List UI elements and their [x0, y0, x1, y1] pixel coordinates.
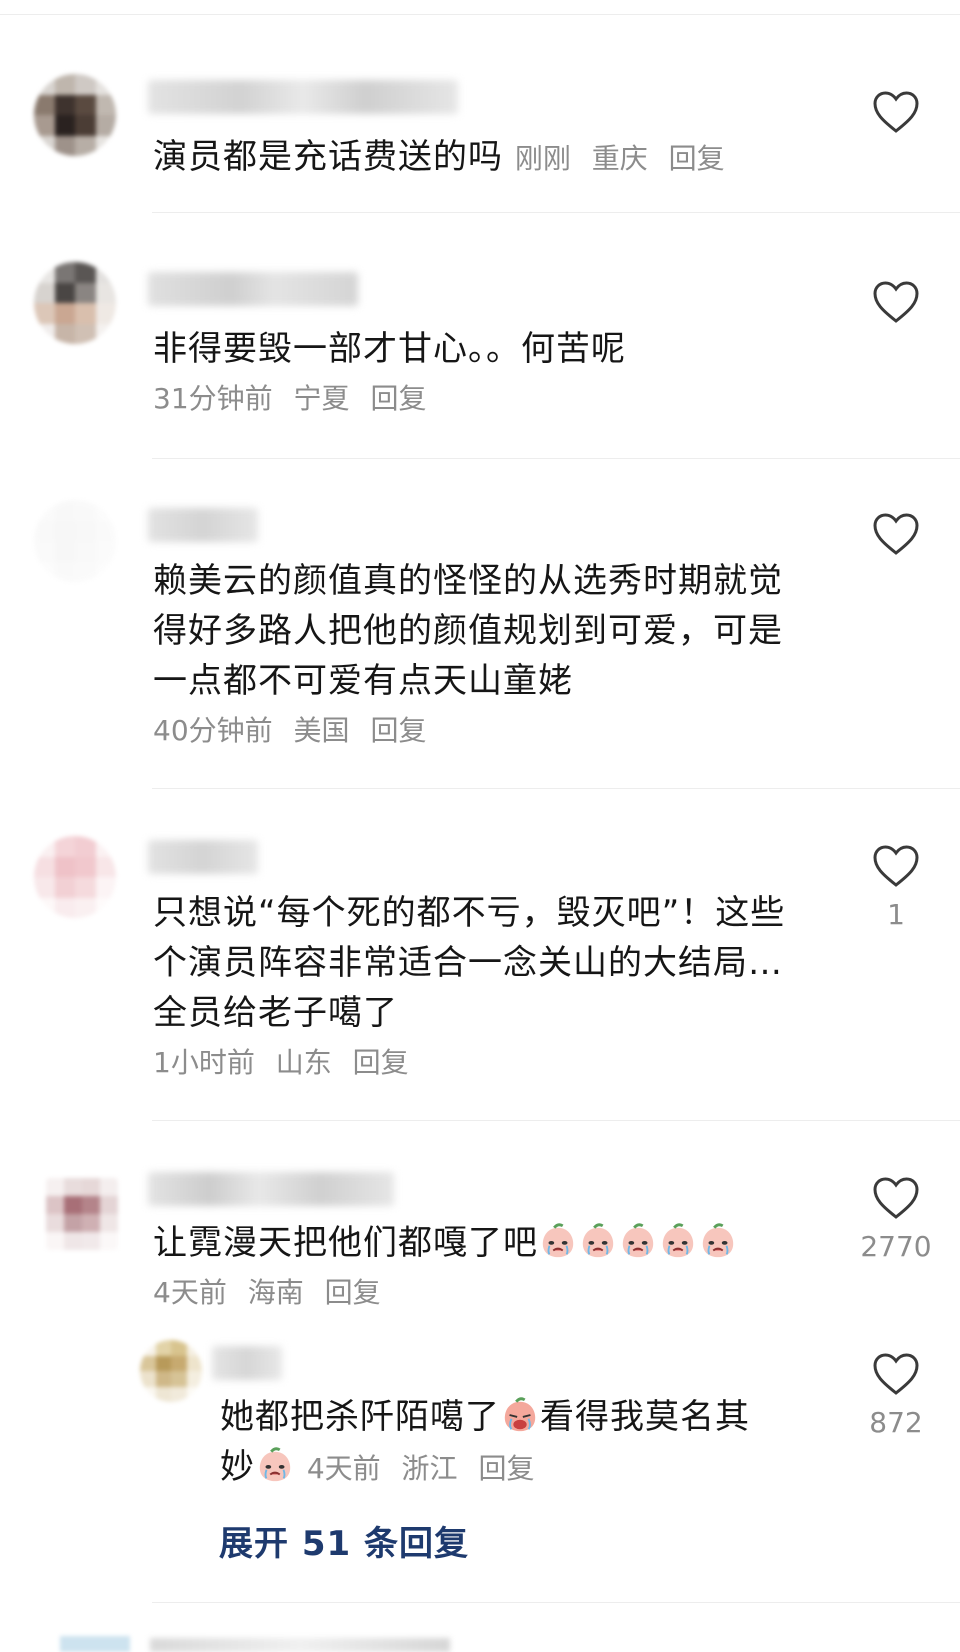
heart-outline-icon: [873, 281, 919, 323]
avatar[interactable]: [46, 1178, 118, 1250]
heart-outline-icon: [873, 91, 919, 133]
comment-divider: [152, 1602, 960, 1603]
username-blurred[interactable]: [148, 508, 258, 542]
heart-outline-icon: [873, 513, 919, 555]
reply-link[interactable]: 回复: [478, 1452, 534, 1485]
avatar[interactable]: [34, 500, 116, 582]
comment-meta: 40分钟前 美国 回复: [153, 706, 803, 756]
reply-link[interactable]: 回复: [325, 1276, 381, 1309]
comment-time: 4天前: [153, 1276, 227, 1309]
username-blurred[interactable]: [148, 840, 258, 874]
crying-peach-emoji: [662, 1223, 694, 1258]
reply-text-part: 看得我莫名其: [540, 1397, 750, 1437]
like-count: 1: [887, 898, 905, 931]
comment-time: 1小时前: [153, 1046, 255, 1079]
comment-meta: 4天前 海南 回复: [153, 1268, 793, 1318]
crying-peach-emoji: [504, 1397, 536, 1432]
comment-text: 非得要毁一部才甘心。。何苦呢: [153, 329, 626, 369]
like-button[interactable]: 872: [856, 1352, 936, 1438]
comment-location: 重庆: [591, 142, 648, 175]
comment-location: 山东: [275, 1046, 332, 1079]
like-button[interactable]: [856, 512, 936, 568]
comment-text-block: 让霓漫天把他们都嘎了吧 4天前 海南 回复: [153, 1218, 793, 1318]
crying-peach-emoji: [702, 1223, 734, 1258]
crying-peach-emoji: [622, 1223, 654, 1258]
comment-time: 刚刚: [514, 142, 571, 175]
crying-peach-emoji: [582, 1223, 614, 1258]
reply-time: 4天前: [306, 1452, 381, 1485]
reply-text-block: 她都把杀阡陌噶了 看得我莫名其 妙 4天前 浙江 回复: [220, 1392, 800, 1494]
reply-meta: 4天前 浙江 回复: [307, 1452, 547, 1485]
avatar[interactable]: [34, 262, 116, 344]
username-blurred[interactable]: [212, 1346, 282, 1380]
comment-text-block: 赖美云的颜值真的怪怪的从选秀时期就觉得好多路人把他的颜值规划到可爱，可是一点都不…: [153, 556, 803, 756]
username-blurred[interactable]: [148, 272, 358, 306]
like-button[interactable]: 1: [856, 844, 936, 930]
comment-text: 赖美云的颜值真的怪怪的从选秀时期就觉得好多路人把他的颜值规划到可爱，可是一点都不…: [153, 561, 783, 701]
comment-text-row: 让霓漫天把他们都嘎了吧: [153, 1218, 793, 1268]
reply-link[interactable]: 回复: [669, 142, 725, 175]
reply-text-row: 妙 4天前 浙江 回复: [220, 1442, 800, 1494]
comment-divider: [152, 788, 960, 789]
comment-location: 宁夏: [293, 382, 350, 415]
like-button[interactable]: 2770: [856, 1176, 936, 1262]
avatar[interactable]: [60, 1636, 130, 1652]
comment-text-block: 只想说“每个死的都不亏，毁灭吧”！这些个演员阵容非常适合一念关山的大结局…全员给…: [153, 888, 803, 1088]
crying-peach-emoji: [542, 1223, 574, 1258]
comment-divider: [152, 1120, 960, 1121]
crying-peach-emoji: [259, 1447, 291, 1482]
avatar[interactable]: [140, 1340, 202, 1402]
reply-location: 浙江: [401, 1452, 458, 1485]
reply-link[interactable]: 回复: [370, 714, 426, 747]
reply-text-part: 妙: [220, 1447, 255, 1487]
reply-text-row: 她都把杀阡陌噶了 看得我莫名其: [220, 1392, 800, 1442]
heart-outline-icon: [873, 1353, 919, 1395]
next-comment-blurred: [150, 1638, 450, 1652]
avatar[interactable]: [34, 836, 116, 918]
reply-text-part: 她都把杀阡陌噶了: [220, 1397, 500, 1437]
comment-meta: 刚刚 重庆 回复: [515, 142, 737, 175]
comment-location: 海南: [247, 1276, 304, 1309]
like-button[interactable]: [856, 90, 936, 146]
username-blurred[interactable]: [148, 1172, 394, 1206]
comment-divider: [152, 212, 960, 213]
reply-link[interactable]: 回复: [370, 382, 426, 415]
expand-replies-button[interactable]: 展开 51 条回复: [219, 1516, 469, 1565]
heart-outline-icon: [873, 1177, 919, 1219]
avatar[interactable]: [34, 74, 116, 156]
like-count: 872: [869, 1406, 923, 1439]
comment-text: 演员都是充话费送的吗: [153, 137, 503, 177]
top-divider: [0, 14, 960, 15]
comment-time: 31分钟前: [153, 382, 273, 415]
comment-text: 让霓漫天把他们都嘎了吧: [153, 1223, 538, 1263]
heart-outline-icon: [873, 845, 919, 887]
comment-text: 只想说“每个死的都不亏，毁灭吧”！这些个演员阵容非常适合一念关山的大结局…全员给…: [153, 893, 786, 1033]
like-button[interactable]: [856, 280, 936, 336]
comment-time: 40分钟前: [153, 714, 273, 747]
comment-meta: 31分钟前 宁夏 回复: [153, 374, 793, 424]
username-blurred[interactable]: [148, 80, 458, 114]
comment-location: 美国: [293, 714, 350, 747]
comment-meta: 1小时前 山东 回复: [153, 1038, 803, 1088]
comment-text-block: 演员都是充话费送的吗 刚刚 重庆 回复: [153, 132, 793, 184]
reply-link[interactable]: 回复: [353, 1046, 409, 1079]
comment-text-block: 非得要毁一部才甘心。。何苦呢 31分钟前 宁夏 回复: [153, 324, 793, 424]
comment-divider: [152, 458, 960, 459]
like-count: 2770: [860, 1230, 932, 1263]
